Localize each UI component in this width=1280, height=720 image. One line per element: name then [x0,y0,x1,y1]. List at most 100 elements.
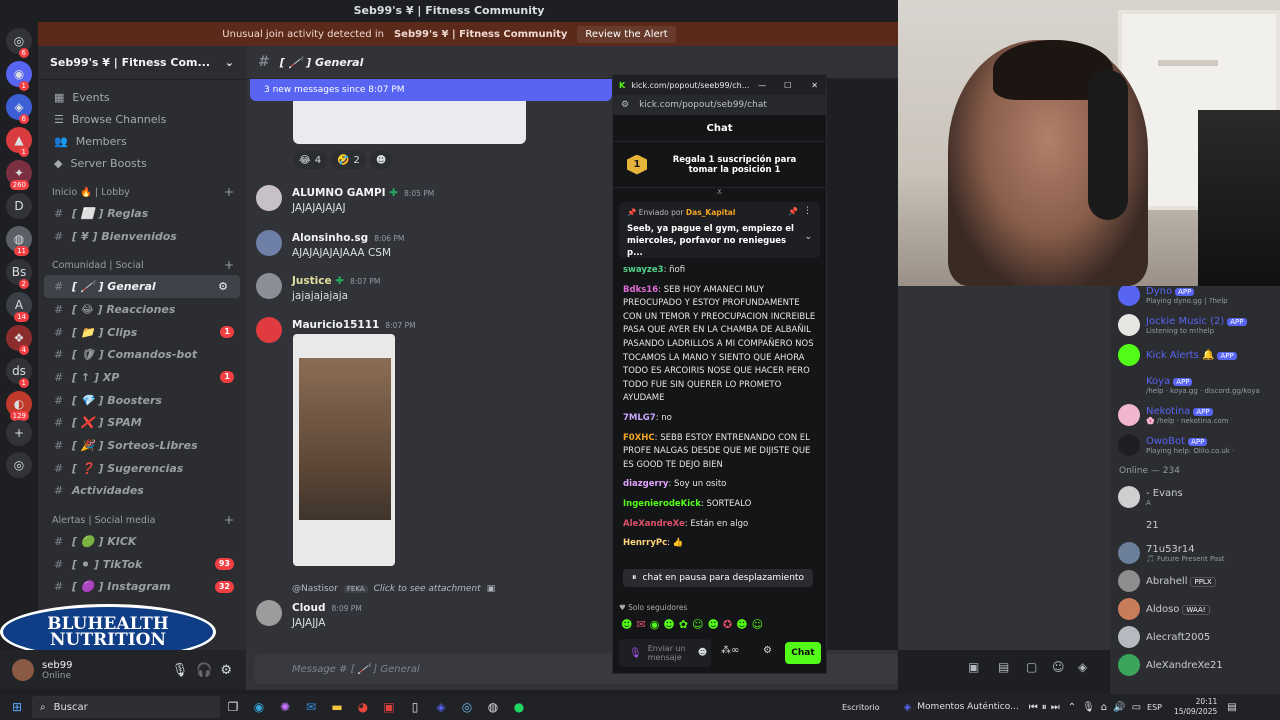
chevron-up-icon[interactable]: ⌃ [1068,702,1076,713]
message-author[interactable]: ALUMNO GAMPI ✚ 8:05 PM [292,187,434,199]
reaction-chip[interactable]: ☻ [369,151,393,169]
channel-item[interactable]: # [ ⬜ ] Reglas [38,202,246,225]
collapse-icon[interactable]: ⩡ [613,188,826,200]
member-item[interactable]: Kick Alerts 🔔 APP [1118,340,1278,370]
server-icon[interactable]: ▲ 1 [6,127,32,157]
copilot-icon[interactable]: ✺ [272,696,298,718]
server-icon[interactable]: ◈ 6 [6,94,32,124]
channel-item[interactable]: # Actividades [38,480,246,503]
chat-username[interactable]: diazgerry [623,479,668,489]
avatar[interactable] [256,273,282,299]
emote-icon[interactable]: ☻ [707,618,718,631]
battery-icon[interactable]: ▭ [1132,702,1141,713]
media-title[interactable]: Momentos Auténtico... [917,702,1018,712]
emote-icon[interactable]: ☻ [663,618,674,631]
emote-icon[interactable]: ✿ [679,618,688,631]
outlook-icon[interactable]: ✉ [298,696,324,718]
mic-icon[interactable]: 🎙 [172,663,189,678]
gear-icon[interactable]: ⚙ [218,280,228,293]
nav-events[interactable]: ▦ Events [38,86,246,108]
add-channel-icon[interactable]: + [224,185,234,199]
category-header[interactable]: Alertas | Social media + [38,510,246,530]
pin-icon[interactable]: 📌 [788,207,798,216]
chat-username[interactable]: IngenierodeKick [623,499,701,509]
sticker-icon[interactable]: ▢ [1026,660,1037,674]
minimize-icon[interactable]: — [758,81,766,90]
member-item[interactable]: Nekotina APP 🌸 /help · nekotina.com [1118,400,1278,430]
language-indicator[interactable]: ESP [1147,703,1162,712]
channel-item[interactable]: # [ ¥ ] Bienvenidos [38,225,246,248]
channel-item[interactable]: # [ 🟢 ] KICK [38,530,246,553]
emoji-icon[interactable]: ☻ [698,648,707,658]
volume-icon[interactable]: 🔊 [1113,702,1125,713]
emote-icon[interactable]: ☺ [752,618,763,631]
add-channel-icon[interactable]: + [224,258,234,272]
server-icon[interactable]: D [6,193,32,219]
send-chat-button[interactable]: Chat [785,642,821,664]
avatar[interactable] [12,659,34,681]
steam-icon[interactable]: ◎ [454,696,480,718]
member-item[interactable]: Alecraft2005 [1118,622,1278,652]
channel-item[interactable]: # [ 😂 ] Reacciones [38,298,246,321]
add-channel-icon[interactable]: + [224,513,234,527]
channel-item[interactable]: # [ 📁 ] Clips 1 [38,321,246,344]
discover-icon[interactable]: ◎ [6,452,32,478]
chat-username[interactable]: Bdks16 [623,285,658,295]
message-author[interactable]: Alonsinho.sg 8:06 PM [292,232,404,244]
member-item[interactable]: 71u53r14 🎵 Future Present Past [1118,538,1278,568]
server-icon[interactable]: ✦ 260 [6,160,32,190]
server-header[interactable]: Seb99's ¥ | Fitness Com... ⌄ [38,46,246,80]
nav-browse-channels[interactable]: ☰ Browse Channels [38,108,246,130]
member-item[interactable]: Aldoso WAA! [1118,594,1278,624]
pause-icon[interactable]: ⏸ [1042,702,1047,713]
chat-username[interactable]: swayze3 [623,265,664,275]
channel-item[interactable]: # [ 🛡 ] Comandos-bot [38,343,246,366]
gift-sub-icon[interactable]: ⁂∞ [721,645,739,656]
edge-icon[interactable]: ◉ [246,696,272,718]
kick-message-input[interactable]: 🎙 Enviar un mensaje ☻ [619,639,711,667]
chrome-icon[interactable]: ◕ [350,696,376,718]
taskbar-search[interactable]: ⌕ Buscar [32,696,220,718]
chat-username[interactable]: 7MLG7 [623,413,656,423]
server-icon[interactable]: ◉ 1 [6,61,32,91]
member-item[interactable]: AleXandreXe21 [1118,650,1278,680]
avatar[interactable] [256,600,282,626]
server-icon[interactable]: A 14 [6,292,32,322]
channel-item[interactable]: # [ 🦯 ] General ⚙ [44,275,240,299]
sub-promo[interactable]: 1 Regala 1 suscripción para tomar la pos… [613,142,826,188]
nav-server-boosts[interactable]: ◆ Server Boosts [38,152,246,174]
mic-icon[interactable]: 🎙 [1082,702,1095,713]
chat-username[interactable]: F0XHC [623,433,655,443]
member-item[interactable]: Koya APP/help · koya.gg · discord.gg/koya [1118,370,1278,400]
gif-icon[interactable]: ▤ [998,660,1009,674]
add-server-icon[interactable]: + [6,420,32,446]
chat-paused-button[interactable]: ⏸ chat en pausa para desplazamiento [623,569,813,587]
server-icon[interactable]: ◎ 6 [6,28,32,58]
emote-icon[interactable]: ✪ [723,618,732,631]
prev-icon[interactable]: ⏮ [1029,702,1038,713]
emote-icon[interactable]: ☻ [621,618,632,631]
member-item[interactable]: Abrahell PPLX [1118,566,1278,596]
channel-item[interactable]: # [ ⚫ ] TikTok 93 [38,553,246,576]
chat-username[interactable]: AleXandreXe [623,519,685,529]
clock[interactable]: 20:11 15/09/2025 [1174,697,1217,717]
avatar[interactable] [256,185,282,211]
review-alert-button[interactable]: Review the Alert [577,25,676,43]
wifi-icon[interactable]: ⌂ [1101,702,1107,713]
photo-attachment[interactable] [293,334,395,566]
notepad-icon[interactable]: ▯ [402,696,428,718]
avatar[interactable] [256,230,282,256]
new-messages-bar[interactable]: 3 new messages since 8:07 PM [250,79,612,101]
channel-item[interactable]: # [ 🟣 ] Instagram 32 [38,576,246,599]
category-header[interactable]: Comunidad | Social + [38,255,246,275]
chat-username[interactable]: HenrryPc [623,538,667,548]
close-icon[interactable]: ✕ [811,81,818,90]
message-author[interactable]: Justice ✚ 8:07 PM [292,275,380,287]
nav-members[interactable]: 👥 Members [38,130,246,152]
pinned-message[interactable]: 📌 Enviado por Das_Kapital Seeb, ya pague… [619,202,820,258]
discord-icon[interactable]: ◈ [428,696,454,718]
gear-icon[interactable]: ⚙ [763,645,772,656]
server-icon[interactable]: ds 1 [6,358,32,388]
channel-item[interactable]: # [ 💎 ] Boosters [38,389,246,412]
server-icon[interactable]: Bs 2 [6,259,32,289]
